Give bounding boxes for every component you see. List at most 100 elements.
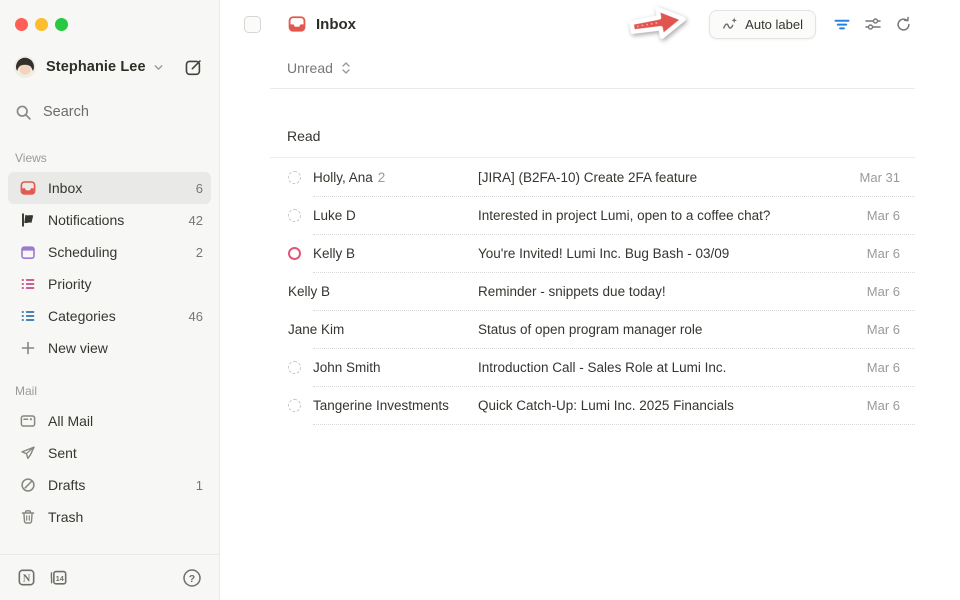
sent-icon xyxy=(20,445,36,461)
sender-cell: Luke D xyxy=(288,208,478,223)
read-status-icon[interactable] xyxy=(288,361,301,374)
search-icon xyxy=(15,104,32,121)
sidebar-item-all-mail[interactable]: All Mail xyxy=(8,405,211,437)
filter-value: Unread xyxy=(287,60,333,76)
item-count: 46 xyxy=(189,309,203,324)
email-date: Mar 6 xyxy=(867,360,900,375)
priority-icon xyxy=(20,276,36,292)
section-label-views: Views xyxy=(0,151,219,165)
sidebar-item-drafts[interactable]: Drafts 1 xyxy=(8,469,211,501)
item-count: 1 xyxy=(196,478,203,493)
sidebar-item-new-view[interactable]: New view xyxy=(8,332,211,364)
help-icon[interactable]: ? xyxy=(182,568,202,588)
trash-icon xyxy=(20,509,36,525)
mail-row[interactable]: Kelly B You're Invited! Lumi Inc. Bug Bas… xyxy=(270,234,915,272)
sender-cell: Jane Kim xyxy=(288,322,478,337)
sender-name: John Smith xyxy=(313,360,381,375)
account-name: Stephanie Lee xyxy=(46,59,146,75)
sidebar-item-notifications[interactable]: Notifications 42 xyxy=(8,204,211,236)
sidebar-footer: N 14 ? xyxy=(0,554,219,600)
item-count: 2 xyxy=(196,245,203,260)
svg-text:14: 14 xyxy=(56,574,65,583)
section-label-mail: Mail xyxy=(0,384,219,398)
email-subject: Introduction Call - Sales Role at Lumi I… xyxy=(478,360,867,375)
sidebar-item-label: Priority xyxy=(48,276,92,292)
sidebar-item-label: Scheduling xyxy=(48,244,117,260)
svg-text:N: N xyxy=(23,574,31,585)
email-subject: You're Invited! Lumi Inc. Bug Bash - 03/… xyxy=(478,246,867,261)
minimize-button[interactable] xyxy=(35,18,48,31)
section-header-read: Read xyxy=(270,89,915,158)
sender-cell: Kelly B xyxy=(288,284,478,299)
read-status-icon[interactable] xyxy=(288,209,301,222)
annotation-arrow-icon xyxy=(626,3,692,45)
auto-label-button[interactable]: Auto label xyxy=(709,10,816,39)
all-mail-icon xyxy=(20,413,36,429)
chevron-down-icon xyxy=(153,62,164,73)
email-date: Mar 31 xyxy=(860,170,900,185)
sidebar-item-label: Trash xyxy=(48,509,83,525)
auto-label-label: Auto label xyxy=(745,17,803,32)
thread-count: 2 xyxy=(378,170,386,185)
mail-row[interactable]: John Smith Introduction Call - Sales Role… xyxy=(270,348,915,386)
drafts-icon xyxy=(20,477,36,493)
plus-icon xyxy=(20,340,36,356)
email-date: Mar 6 xyxy=(867,398,900,413)
mail-row[interactable]: Tangerine InvestmentsQuick Catch-Up: Lum… xyxy=(270,386,915,424)
sidebar-item-priority[interactable]: Priority xyxy=(8,268,211,300)
page-title: Inbox xyxy=(316,16,356,33)
mail-row[interactable]: Holly, Ana2 [JIRA] (B2FA-10) Create 2FA f… xyxy=(270,158,915,196)
auto-label-icon xyxy=(722,16,738,32)
read-filter-dropdown[interactable]: Unread xyxy=(220,48,960,88)
sidebar-item-trash[interactable]: Trash xyxy=(8,501,211,533)
mail-content: Inbox Auto label xyxy=(220,0,960,600)
email-date: Mar 6 xyxy=(867,208,900,223)
sidebar-item-scheduling[interactable]: Scheduling 2 xyxy=(8,236,211,268)
mail-row[interactable]: Luke DInterested in project Lumi, open t… xyxy=(270,196,915,234)
sidebar-item-label: Sent xyxy=(48,445,77,461)
sidebar-item-label: New view xyxy=(48,340,108,356)
sliders-icon[interactable] xyxy=(864,15,882,33)
zoom-button[interactable] xyxy=(55,18,68,31)
sidebar-item-label: Notifications xyxy=(48,212,124,228)
mail-list: Read Holly, Ana2 [JIRA] (B2FA-10) Create … xyxy=(270,89,915,424)
unread-status-icon[interactable] xyxy=(288,247,301,260)
email-subject: Quick Catch-Up: Lumi Inc. 2025 Financial… xyxy=(478,398,867,413)
sidebar-item-sent[interactable]: Sent xyxy=(8,437,211,469)
search-label: Search xyxy=(43,104,89,120)
account-switcher[interactable]: Stephanie Lee xyxy=(0,52,219,82)
mail-row[interactable]: Jane KimStatus of open program manager r… xyxy=(270,310,915,348)
sidebar-item-label: Inbox xyxy=(48,180,82,196)
sender-cell: Holly, Ana2 xyxy=(288,170,478,185)
email-date: Mar 6 xyxy=(867,246,900,261)
sidebar-navigation: Views Inbox6 Notifications 42 Scheduling 2 Pri… xyxy=(0,129,219,533)
window-controls xyxy=(0,0,219,31)
notion-icon[interactable]: N xyxy=(17,568,36,587)
refresh-icon[interactable] xyxy=(895,16,912,33)
inbox-icon xyxy=(20,180,36,196)
sender-cell: John Smith xyxy=(288,360,478,375)
calendar-icon[interactable]: 14 xyxy=(49,568,68,587)
read-status-icon[interactable] xyxy=(288,171,301,184)
compose-button[interactable] xyxy=(184,58,203,77)
email-subject: Reminder - snippets due today! xyxy=(478,284,867,299)
svg-text:?: ? xyxy=(189,573,195,585)
mail-row[interactable]: Kelly BReminder - snippets due today!Mar… xyxy=(270,272,915,310)
notifications-icon xyxy=(20,212,36,228)
sort-toggle-icon xyxy=(340,61,352,75)
view-title-group: Inbox xyxy=(288,15,356,33)
search-button[interactable]: Search xyxy=(0,95,219,129)
select-all-checkbox[interactable] xyxy=(244,16,261,33)
sidebar-item-label: Drafts xyxy=(48,477,85,493)
email-date: Mar 6 xyxy=(867,284,900,299)
item-count: 42 xyxy=(189,213,203,228)
filter-icon[interactable] xyxy=(833,15,851,33)
sender-name: Kelly B xyxy=(313,246,355,261)
sidebar-item-inbox[interactable]: Inbox6 xyxy=(8,172,211,204)
email-subject: [JIRA] (B2FA-10) Create 2FA feature xyxy=(478,170,860,185)
sender-name: Holly, Ana2 xyxy=(313,170,385,185)
sidebar-item-categories[interactable]: Categories 46 xyxy=(8,300,211,332)
read-status-icon[interactable] xyxy=(288,399,301,412)
sidebar-item-label: Categories xyxy=(48,308,116,324)
close-button[interactable] xyxy=(15,18,28,31)
